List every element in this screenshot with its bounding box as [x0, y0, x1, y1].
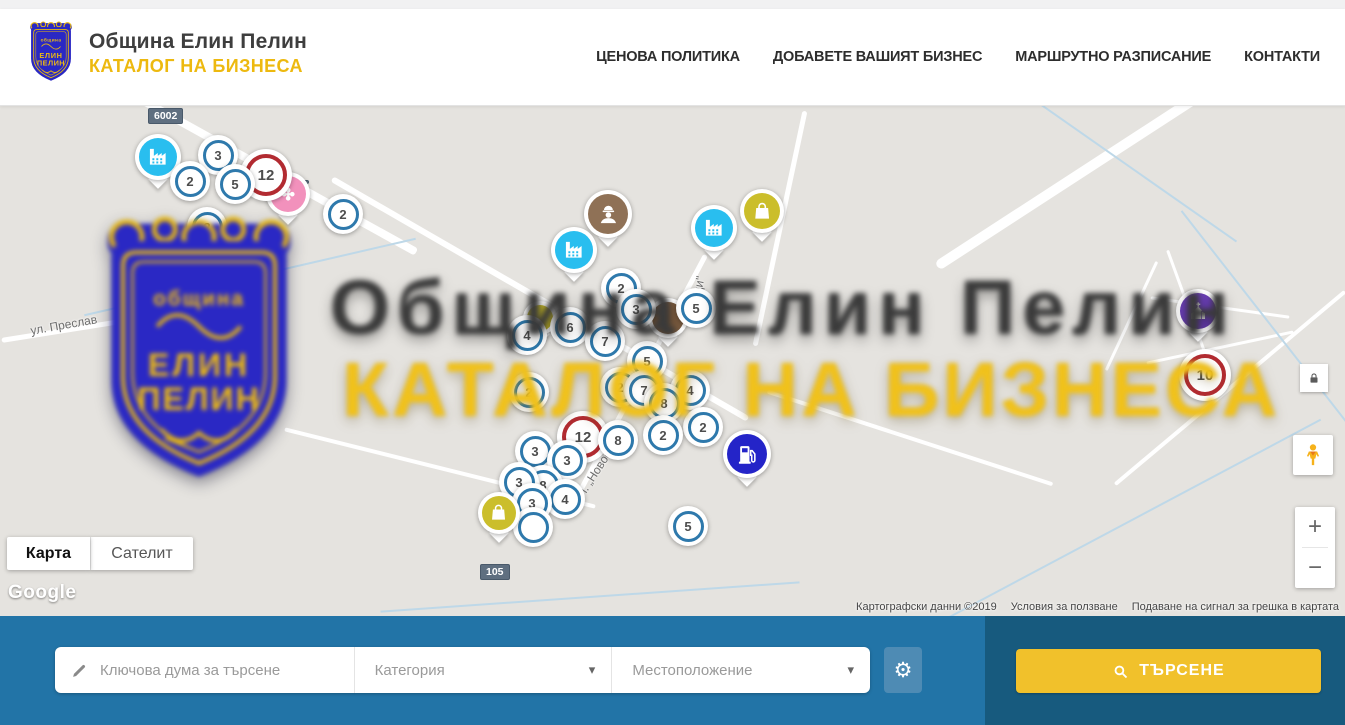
google-logo[interactable]: Google	[8, 582, 76, 604]
cluster-count: 5	[673, 511, 704, 542]
map-pin-church-icon[interactable]	[1176, 289, 1220, 333]
site-subtitle: КАТАЛОГ НА БИЗНЕСА	[89, 56, 307, 77]
cluster-count: 2	[648, 420, 679, 451]
search-bar-left-panel: Категория ▾ Местоположение ▾ ⚙	[0, 616, 985, 725]
lock-button[interactable]	[1300, 364, 1328, 392]
keyword-input[interactable]	[100, 662, 350, 679]
pin-glyph	[1180, 293, 1216, 329]
nav-item[interactable]: МАРШРУТНО РАЗПИСАНИЕ	[1015, 49, 1211, 65]
map-cluster-marker-4[interactable]: 4	[507, 315, 547, 355]
pin-body	[740, 189, 784, 233]
map-cluster-marker-2[interactable]: 2	[643, 415, 683, 455]
cluster-count: 4	[512, 320, 543, 351]
map-type-control: Карта Сателит	[7, 537, 193, 570]
attribution-terms-link[interactable]: Условия за ползване	[1011, 601, 1118, 613]
pin-body	[1176, 289, 1220, 333]
advanced-settings-button[interactable]: ⚙	[884, 647, 922, 693]
map-cluster-marker-5[interactable]: 5	[676, 288, 716, 328]
cluster-count: 2	[175, 166, 206, 197]
pin-body	[478, 492, 520, 534]
map-type-satellite-button[interactable]: Сателит	[90, 537, 193, 570]
cluster-count: 5	[681, 293, 712, 324]
map-cluster-marker-3[interactable]: 3	[616, 289, 656, 329]
cluster-count: 6	[555, 312, 586, 343]
site-header: община ЕЛИН ПЕЛИН Община Елин Пелин КАТА…	[0, 9, 1345, 106]
map-canvas[interactable]: ул. Преславбул. „Новоселци" 6002105 1232…	[0, 106, 1345, 616]
location-select-label: Местоположение	[632, 662, 752, 679]
search-icon	[1112, 663, 1129, 680]
svg-text:ПЕЛИН: ПЕЛИН	[37, 59, 65, 68]
cluster-count: 2	[328, 199, 359, 230]
zoom-in-button[interactable]: +	[1295, 507, 1335, 547]
cluster-count	[518, 512, 549, 543]
pin-glyph	[744, 193, 780, 229]
map-cluster-marker-2[interactable]: 2	[323, 194, 363, 234]
map-cluster-marker-2[interactable]: 2	[509, 372, 549, 412]
pin-glyph	[695, 209, 733, 247]
attribution-report-link[interactable]: Подаване на сигнал за грешка в картата	[1132, 601, 1339, 613]
category-select-label: Категория	[375, 662, 445, 679]
cluster-count: 10	[1184, 354, 1226, 396]
map-cluster-marker-8[interactable]: 8	[598, 420, 638, 460]
cluster-count: 2	[688, 412, 719, 443]
map-pin-fuel-icon[interactable]	[723, 430, 771, 478]
map-cluster-marker-5[interactable]: 5	[668, 506, 708, 546]
cluster-count: 8	[603, 425, 634, 456]
cluster-count: 3	[621, 294, 652, 325]
pin-body	[551, 227, 597, 273]
map-cluster-marker-2[interactable]: 2	[187, 207, 227, 247]
map-cluster-marker-7[interactable]: 7	[585, 321, 625, 361]
cluster-count: 2	[192, 212, 223, 243]
pin-glyph	[555, 231, 593, 269]
location-select[interactable]: Местоположение ▾	[612, 647, 870, 693]
pencil-icon	[71, 662, 88, 679]
cluster-count: 7	[590, 326, 621, 357]
cluster-count: 2	[514, 377, 545, 408]
nav-item[interactable]: ЦЕНОВА ПОЛИТИКА	[596, 49, 740, 65]
search-button-label: ТЪРСЕНЕ	[1139, 662, 1224, 680]
pin-glyph	[727, 434, 767, 474]
municipality-emblem-icon: община ЕЛИН ПЕЛИН	[25, 20, 77, 86]
category-select[interactable]: Категория ▾	[355, 647, 613, 693]
site-title: Община Елин Пелин	[89, 30, 307, 54]
nav-item[interactable]: ДОБАВЕТЕ ВАШИЯТ БИЗНЕС	[773, 49, 982, 65]
cluster-count: 5	[220, 169, 251, 200]
pin-glyph	[139, 138, 177, 176]
site-logo[interactable]: община ЕЛИН ПЕЛИН Община Елин Пелин КАТА…	[25, 20, 307, 86]
attribution-copyright: Картографски данни ©2019	[856, 601, 997, 613]
map-pin-bag-icon[interactable]	[478, 492, 520, 534]
search-button[interactable]: ТЪРСЕНЕ	[1016, 649, 1321, 693]
cluster-count: 8	[649, 388, 680, 419]
map-type-map-button[interactable]: Карта	[7, 537, 90, 570]
pegman-icon	[1300, 442, 1326, 468]
map-cluster-marker-2[interactable]: 2	[170, 161, 210, 201]
chevron-down-icon: ▾	[847, 662, 854, 678]
map-pin-factory-icon[interactable]	[551, 227, 597, 273]
map-cluster-marker-6[interactable]: 6	[550, 307, 590, 347]
pegman-button[interactable]	[1293, 435, 1333, 475]
pin-body	[723, 430, 771, 478]
search-bar: Категория ▾ Местоположение ▾ ⚙ ТЪРСЕНЕ	[0, 616, 1345, 725]
map-pin-factory-icon[interactable]	[691, 205, 737, 251]
search-form: Категория ▾ Местоположение ▾	[55, 647, 870, 693]
search-bar-right-panel: ТЪРСЕНЕ	[985, 616, 1345, 725]
gear-icon: ⚙	[894, 658, 913, 683]
map-pin-bag-icon[interactable]	[740, 189, 784, 233]
page-top-strip	[0, 0, 1345, 9]
keyword-field-wrap	[55, 647, 355, 693]
chevron-down-icon: ▾	[589, 662, 596, 678]
lock-icon	[1307, 371, 1321, 385]
map-cluster-marker-10[interactable]: 10	[1179, 349, 1231, 401]
map-cluster-marker-5[interactable]: 5	[215, 164, 255, 204]
map-attribution: Картографски данни ©2019 Условия за полз…	[856, 601, 1339, 613]
brand-text: Община Елин Пелин КАТАЛОГ НА БИЗНЕСА	[89, 30, 307, 77]
zoom-out-button[interactable]: −	[1295, 548, 1335, 588]
cluster-count: 4	[550, 484, 581, 515]
pin-body	[691, 205, 737, 251]
main-nav: ЦЕНОВА ПОЛИТИКА ДОБАВЕТЕ ВАШИЯТ БИЗНЕС МАР…	[596, 9, 1320, 105]
map-cluster-marker-2[interactable]: 2	[683, 407, 723, 447]
nav-item[interactable]: КОНТАКТИ	[1244, 49, 1320, 65]
zoom-control: + −	[1295, 507, 1335, 588]
pin-glyph	[482, 496, 516, 530]
